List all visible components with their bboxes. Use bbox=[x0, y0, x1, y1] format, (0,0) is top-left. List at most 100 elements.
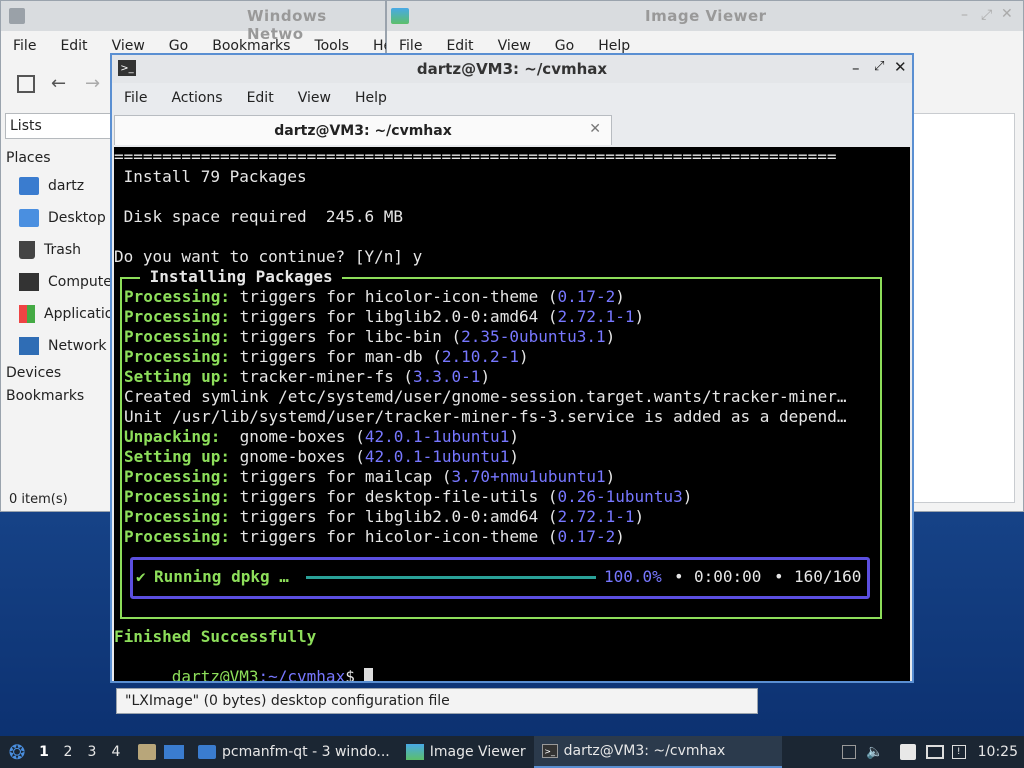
menu-view[interactable]: View bbox=[100, 38, 157, 54]
clipboard-icon[interactable] bbox=[899, 744, 916, 760]
maximize-icon[interactable]: ⤢ bbox=[874, 59, 884, 74]
place-computer[interactable]: Compute bbox=[19, 273, 112, 291]
menu-view[interactable]: View bbox=[486, 38, 543, 54]
log-close-paren: ) bbox=[480, 367, 491, 386]
terminal-tab[interactable]: dartz@VM3: ~/cvmhax ✕ bbox=[114, 115, 612, 145]
log-line: Processing: triggers for desktop-file-ut… bbox=[124, 487, 692, 507]
log-action: Setting up: bbox=[124, 447, 230, 466]
place-applications[interactable]: Applicatio bbox=[19, 305, 113, 323]
taskbar: ❂ 1 2 3 4 pcmanfm-qt - 3 windo... Image … bbox=[0, 736, 1024, 768]
log-close-paren: ) bbox=[682, 487, 693, 506]
terminal-title: dartz@VM3: ~/cvmhax bbox=[416, 60, 608, 78]
log-action: Processing: bbox=[124, 507, 230, 526]
menu-file[interactable]: File bbox=[387, 38, 434, 54]
menu-file[interactable]: File bbox=[1, 38, 48, 54]
applications-icon bbox=[19, 305, 35, 323]
menu-bookmarks[interactable]: Bookmarks bbox=[200, 38, 302, 54]
image-viewer-app-icon bbox=[391, 8, 409, 24]
log-version: 0.17-2 bbox=[557, 527, 616, 546]
minimize-icon[interactable]: – bbox=[852, 59, 860, 77]
menu-go[interactable]: Go bbox=[157, 38, 200, 54]
image-canvas[interactable] bbox=[907, 113, 1015, 503]
workspace-1[interactable]: 1 bbox=[32, 744, 56, 760]
home-folder-icon bbox=[19, 177, 39, 195]
file-manager-titlebar[interactable]: Windows Netwo bbox=[1, 1, 385, 43]
unit-line: Unit /usr/lib/systemd/user/tracker-miner… bbox=[124, 407, 847, 426]
log-text: triggers for hicolor-icon-theme ( bbox=[229, 527, 558, 546]
back-arrow-icon[interactable]: ← bbox=[51, 73, 66, 94]
image-viewer-titlebar[interactable]: Image Viewer – ⤢ ✕ bbox=[387, 1, 1023, 31]
place-home[interactable]: dartz bbox=[19, 177, 84, 195]
network-tray-icon[interactable] bbox=[925, 745, 944, 759]
place-trash[interactable]: Trash bbox=[19, 241, 81, 259]
side-pane-mode-select[interactable]: Lists bbox=[5, 113, 111, 139]
log-text: gnome-boxes ( bbox=[229, 427, 365, 446]
devices-heading[interactable]: Devices bbox=[6, 365, 61, 381]
place-network[interactable]: Network bbox=[19, 337, 106, 355]
start-menu-icon[interactable]: ❂ bbox=[2, 737, 32, 767]
menu-edit[interactable]: Edit bbox=[235, 90, 286, 106]
menu-help[interactable]: Help bbox=[343, 90, 399, 106]
volume-icon[interactable]: 🔈 bbox=[866, 744, 883, 760]
menu-file[interactable]: File bbox=[112, 90, 159, 106]
progress-track bbox=[306, 576, 596, 579]
minimize-icon[interactable]: – bbox=[961, 7, 968, 23]
progress-label: Running dpkg … bbox=[154, 567, 289, 586]
menu-actions[interactable]: Actions bbox=[159, 90, 234, 106]
terminal-menubar: File Actions Edit View Help bbox=[112, 87, 912, 109]
log-text: tracker-miner-fs ( bbox=[229, 367, 413, 386]
show-desktop-icon[interactable] bbox=[164, 745, 184, 759]
menu-go[interactable]: Go bbox=[543, 38, 586, 54]
places-heading[interactable]: Places bbox=[6, 150, 51, 166]
log-line: Processing: triggers for hicolor-icon-th… bbox=[124, 527, 625, 547]
terminal-window: >_ dartz@VM3: ~/cvmhax – ⤢ ✕ File Action… bbox=[110, 53, 914, 683]
forward-arrow-icon[interactable]: → bbox=[85, 73, 100, 94]
log-version: 42.0.1-1ubuntu1 bbox=[364, 447, 510, 466]
menu-tools[interactable]: Tools bbox=[302, 38, 361, 54]
menu-edit[interactable]: Edit bbox=[48, 38, 99, 54]
log-line: Processing: triggers for hicolor-icon-th… bbox=[124, 287, 625, 307]
close-tab-icon[interactable]: ✕ bbox=[589, 121, 601, 137]
terminal-screen[interactable]: ========================================… bbox=[114, 147, 910, 681]
image-icon bbox=[405, 744, 424, 760]
bookmarks-heading[interactable]: Bookmarks bbox=[6, 388, 84, 404]
log-text: gnome-boxes ( bbox=[229, 447, 365, 466]
place-desktop[interactable]: Desktop bbox=[19, 209, 106, 227]
window-menu-icon[interactable] bbox=[9, 8, 25, 24]
terminal-icon: >_ bbox=[541, 744, 558, 758]
workspace-3[interactable]: 3 bbox=[80, 744, 104, 760]
notification-icon[interactable]: ! bbox=[951, 745, 966, 759]
log-action: Processing: bbox=[124, 467, 230, 486]
file-manager-launcher-icon[interactable] bbox=[138, 744, 156, 760]
tray-resize-icon[interactable] bbox=[842, 745, 857, 759]
image-viewer-title: Image Viewer bbox=[645, 7, 767, 25]
new-tab-icon[interactable] bbox=[17, 75, 35, 93]
log-close-paren: ) bbox=[634, 507, 645, 526]
log-close-paren: ) bbox=[634, 307, 645, 326]
log-action: Processing: bbox=[124, 327, 230, 346]
shell-prompt[interactable]: dartz@VM3:~/cvmhax$ bbox=[114, 647, 374, 681]
terminal-titlebar[interactable]: >_ dartz@VM3: ~/cvmhax – ⤢ ✕ bbox=[112, 55, 912, 83]
selected-file-status: "LXImage" (0 bytes) desktop configuratio… bbox=[116, 688, 758, 714]
menu-view[interactable]: View bbox=[286, 90, 343, 106]
workspace-2[interactable]: 2 bbox=[56, 744, 80, 760]
log-action: Processing: bbox=[124, 527, 230, 546]
menu-help[interactable]: Help bbox=[586, 38, 642, 54]
log-line: Processing: triggers for mailcap (3.70+n… bbox=[124, 467, 615, 487]
log-version: 0.26-1ubuntu3 bbox=[557, 487, 683, 506]
workspace-4[interactable]: 4 bbox=[104, 744, 128, 760]
task-image-viewer[interactable]: Image Viewer bbox=[398, 736, 534, 768]
place-label: Trash bbox=[44, 242, 81, 258]
task-terminal[interactable]: >_ dartz@VM3: ~/cvmhax bbox=[533, 736, 782, 768]
log-text: triggers for hicolor-icon-theme ( bbox=[229, 287, 558, 306]
log-version: 0.17-2 bbox=[557, 287, 616, 306]
log-close-paren: ) bbox=[509, 427, 519, 446]
network-icon bbox=[19, 337, 39, 355]
close-icon[interactable]: ✕ bbox=[894, 58, 907, 76]
menu-edit[interactable]: Edit bbox=[434, 38, 485, 54]
maximize-icon[interactable]: ⤢ bbox=[981, 7, 992, 23]
log-line: Setting up: gnome-boxes (42.0.1-1ubuntu1… bbox=[124, 447, 519, 467]
log-action: Processing: bbox=[124, 487, 230, 506]
task-file-manager[interactable]: pcmanfm-qt - 3 windo... bbox=[190, 736, 398, 768]
close-icon[interactable]: ✕ bbox=[1001, 6, 1013, 22]
